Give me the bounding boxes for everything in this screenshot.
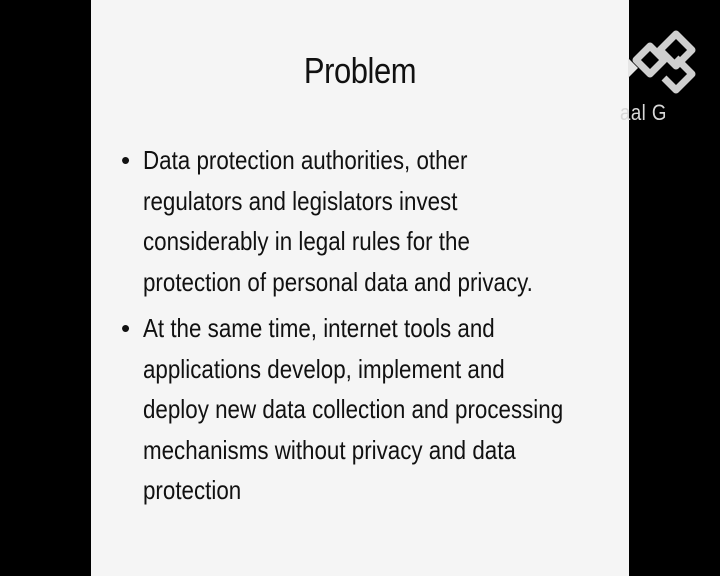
bullet-text: At the same time, internet tools and app… bbox=[143, 313, 564, 505]
presentation-slide: Problem • Data protection authorities, o… bbox=[91, 0, 629, 576]
bullet-text: Data protection authorities, other regul… bbox=[143, 145, 533, 297]
bullet-dot-icon: • bbox=[121, 313, 131, 343]
bullet-dot-icon: • bbox=[121, 145, 131, 175]
video-frame: Problem • Data protection authorities, o… bbox=[0, 0, 720, 576]
channel-name: aal G bbox=[620, 100, 667, 125]
slide-title: Problem bbox=[303, 50, 417, 91]
bullet-item: • At the same time, internet tools and a… bbox=[117, 308, 617, 511]
bullet-list: • Data protection authorities, other reg… bbox=[117, 140, 617, 517]
bullet-item: • Data protection authorities, other reg… bbox=[117, 140, 617, 302]
